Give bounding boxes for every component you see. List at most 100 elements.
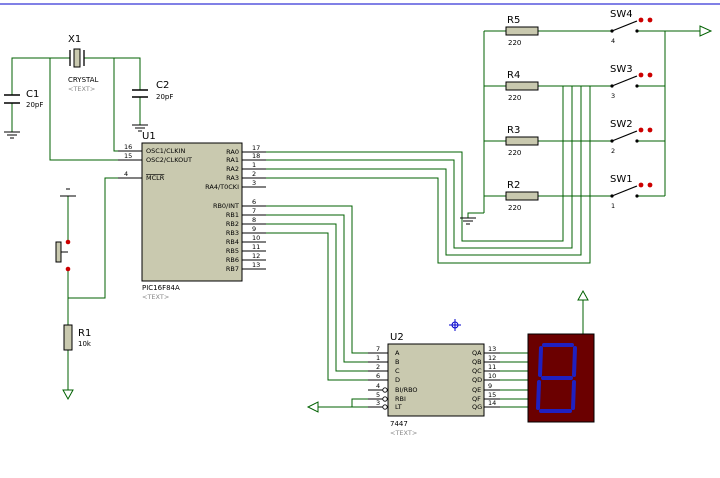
- mcu-text: <TEXT>: [142, 293, 169, 301]
- decoder-u2[interactable]: U2 7447 <TEXT> 7 A 1 B 2 C 6 D 4 BI/RBO 5 RBI 3 LT QA…: [368, 332, 500, 437]
- wire-ra0: [245, 86, 564, 242]
- mcu-pin-number: 12: [252, 252, 260, 260]
- switch-pin-number: 2: [611, 147, 615, 155]
- mcu-pin-number: 6: [252, 198, 256, 206]
- mcu-pin-number: 16: [124, 143, 132, 151]
- decoder-pin-number: 3: [376, 399, 380, 407]
- mcu-pin-label: OSC2/CLKOUT: [146, 156, 192, 164]
- mcu-ref: U1: [142, 131, 156, 142]
- mcu-pin-number: 9: [252, 225, 256, 233]
- decoder-pin-label: LT: [395, 403, 402, 411]
- decoder-pin-number: 6: [376, 372, 380, 380]
- decoder-pin-number: 5: [376, 391, 380, 399]
- mcu-pin-number: 3: [252, 179, 256, 187]
- decoder-pin-number: 10: [488, 372, 496, 380]
- resistor-ref: R2: [507, 180, 520, 191]
- mcu-name: PIC16F84A: [142, 284, 180, 292]
- switch-pin-number: 4: [611, 37, 615, 45]
- switch-sw1[interactable]: SW1 1: [610, 174, 653, 210]
- decoder-pin-number: 14: [488, 399, 496, 407]
- decoder-pin-label: QA: [472, 349, 482, 357]
- crystal-x1[interactable]: X1 CRYSTAL <TEXT>: [68, 34, 99, 93]
- reset-button[interactable]: [55, 239, 71, 272]
- mcu-pin-label: RB2: [226, 220, 239, 228]
- decoder-pin-label: BI/RBO: [395, 386, 418, 394]
- wire-rbi: [351, 398, 388, 407]
- mcu-pin-number: 17: [252, 144, 260, 152]
- mcu-pin-number: 4: [124, 170, 128, 178]
- decoder-pin-label: A: [395, 349, 400, 357]
- decoder-pin-label: QB: [472, 358, 482, 366]
- decoder-right-pins: QA 13 QB 12 QC 11 QD 10 QE 9 QF 15 QG 14: [472, 345, 500, 411]
- pullup-resistors: R5 220 R4 220 R3 220 R2 220: [505, 15, 539, 212]
- resistor-value: 220: [508, 94, 521, 102]
- wire-rb2: [245, 223, 388, 372]
- crystal-ref: X1: [68, 34, 81, 45]
- c1-value: 20pF: [26, 101, 43, 109]
- display-common-arrow-icon: [577, 289, 589, 301]
- mcu-pin-number: 7: [252, 207, 256, 215]
- decoder-text: <TEXT>: [390, 429, 417, 437]
- crystal-text: <TEXT>: [68, 85, 95, 93]
- decoder-pin-number: 15: [488, 391, 496, 399]
- mcu-pin-number: 1: [252, 161, 256, 169]
- resistor-r3[interactable]: R3 220: [505, 125, 539, 157]
- mcu-pin-label: RA4/T0CKI: [205, 183, 239, 191]
- decoder-pin-label: C: [395, 367, 400, 375]
- decoder-pin-label: D: [395, 376, 400, 384]
- resistor-value: 220: [508, 204, 521, 212]
- resistor-r4[interactable]: R4 220: [505, 70, 539, 102]
- r1-value: 10k: [78, 340, 92, 348]
- c2-value: 20pF: [156, 93, 173, 101]
- mcu-pin-number: 10: [252, 234, 260, 242]
- ground-icon: [4, 131, 20, 139]
- wire-res-gnd: [467, 212, 484, 218]
- ground-arrow-icon: [62, 389, 74, 401]
- mcu-pin-number: 18: [252, 152, 260, 160]
- power-icon: [60, 188, 76, 197]
- mcu-pin-number: 13: [252, 261, 260, 269]
- ground-arrow-icon: [306, 401, 319, 413]
- resistor-r2[interactable]: R2 220: [505, 180, 539, 212]
- capacitor-c1[interactable]: C1 20pF: [4, 89, 43, 109]
- mcu-pin-label: OSC1/CLKIN: [146, 147, 185, 155]
- decoder-name: 7447: [390, 420, 408, 428]
- power-arrow-icon: [699, 25, 713, 37]
- decoder-pin-label: QE: [472, 386, 481, 394]
- switches: SW4 4 SW3 3 SW2 2 SW1 1: [610, 9, 653, 210]
- resistor-ref: R4: [507, 70, 520, 81]
- seven-segment-display[interactable]: 8: [527, 333, 595, 423]
- decoder-pin-label: QC: [472, 367, 482, 375]
- mcu-pin-label: MCLR: [146, 174, 165, 182]
- wire-ra2: [245, 86, 582, 256]
- decoder-pin-label: QD: [472, 376, 482, 384]
- wire-osc2: [49, 58, 118, 161]
- wire-ra3: [245, 86, 591, 264]
- mcu-u1[interactable]: U1 PIC16F84A <TEXT> 16 OSC1/CLKIN15 OSC2/C…: [118, 131, 266, 301]
- c2-ref: C2: [156, 80, 169, 91]
- inverted-pin-bubble: [382, 387, 388, 393]
- capacitor-c2[interactable]: C2 20pF: [132, 80, 173, 101]
- mcu-pin-label: RB4: [226, 238, 239, 246]
- switch-sw3[interactable]: SW3 3: [610, 64, 653, 100]
- mcu-pin-label: RA1: [226, 156, 239, 164]
- switch-sw2[interactable]: SW2 2: [610, 119, 653, 155]
- schematic-canvas[interactable]: X1 CRYSTAL <TEXT> C1 20pF C2 20pF R1 10k: [0, 0, 720, 478]
- switch-sw4[interactable]: SW4 4: [610, 9, 653, 45]
- resistor-ref: R5: [507, 15, 520, 26]
- wires: [11, 30, 700, 408]
- resistor-r5[interactable]: R5 220: [505, 15, 539, 47]
- switch-ref: SW4: [610, 9, 633, 20]
- wire-rb3: [245, 232, 388, 381]
- mcu-pin-label: RA2: [226, 165, 239, 173]
- resistor-ref: R3: [507, 125, 520, 136]
- crosshair-icon: [449, 319, 461, 331]
- c1-ref: C1: [26, 89, 39, 100]
- wire-rb0: [245, 205, 388, 354]
- resistor-r1[interactable]: R1 10k: [63, 324, 92, 351]
- switch-pin-number: 1: [611, 202, 615, 210]
- decoder-pin-label: QF: [472, 395, 481, 403]
- inverted-pin-bubble: [382, 396, 388, 402]
- mcu-pin-label: RB5: [226, 247, 239, 255]
- wire-rb1: [245, 214, 388, 363]
